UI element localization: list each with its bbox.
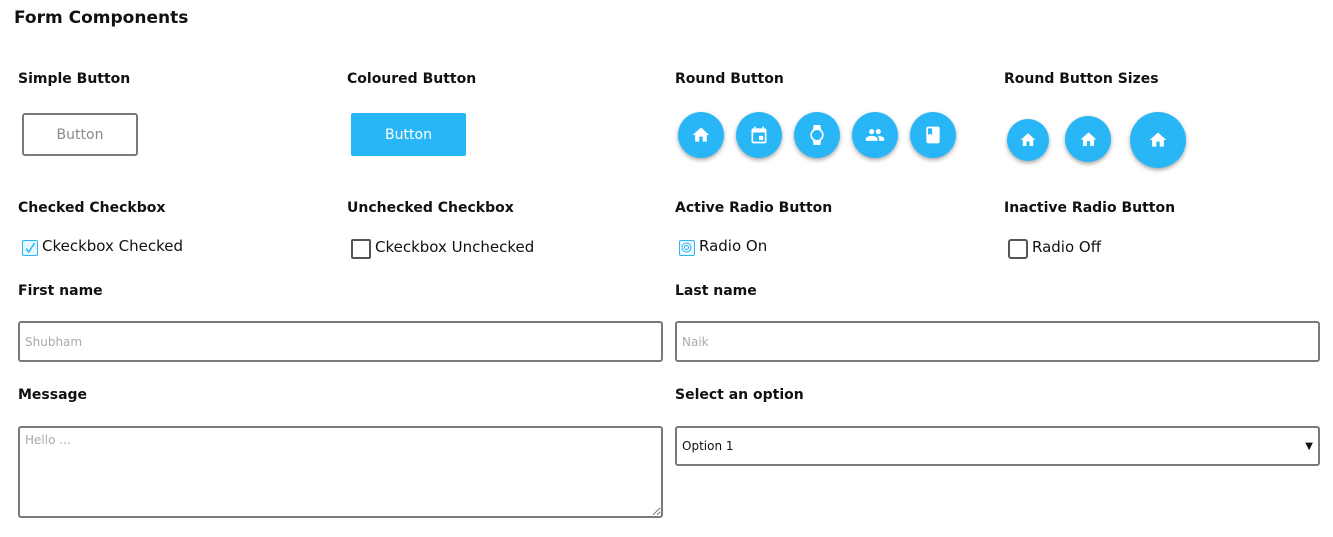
- round-watch-button[interactable]: [794, 112, 840, 158]
- message-textarea[interactable]: [18, 426, 663, 518]
- checkmark-icon: [25, 242, 36, 254]
- round-button-heading: Round Button: [675, 71, 784, 87]
- round-medium-button[interactable]: [1065, 116, 1111, 162]
- round-small-button[interactable]: [1007, 119, 1049, 161]
- simple-button-heading: Simple Button: [18, 71, 131, 87]
- home-icon: [1020, 133, 1036, 146]
- last-name-label: Last name: [675, 283, 757, 299]
- radio-on[interactable]: Radio On: [679, 237, 768, 256]
- home-icon: [692, 127, 710, 142]
- radio-off-box[interactable]: [1008, 239, 1028, 259]
- book-icon: [926, 126, 940, 144]
- radio-dot-icon: [681, 242, 692, 253]
- page-title: Form Components: [14, 8, 189, 28]
- checkbox-unchecked-label: Ckeckbox Unchecked: [375, 238, 535, 256]
- select-label: Select an option: [675, 387, 804, 403]
- checkbox-checked-box[interactable]: [22, 240, 38, 256]
- home-icon: [1149, 132, 1167, 147]
- inactive-radio-heading: Inactive Radio Button: [1004, 200, 1176, 216]
- first-name-input[interactable]: [18, 321, 663, 362]
- round-people-button[interactable]: [852, 112, 898, 158]
- radio-off[interactable]: Radio Off: [1008, 237, 1102, 259]
- checkbox-unchecked[interactable]: Ckeckbox Unchecked: [351, 237, 535, 259]
- calendar-icon: [751, 126, 767, 144]
- checkbox-checked[interactable]: Ckeckbox Checked: [22, 237, 184, 256]
- unchecked-checkbox-heading: Unchecked Checkbox: [347, 200, 514, 216]
- round-book-button[interactable]: [910, 112, 956, 158]
- round-calendar-button[interactable]: [736, 112, 782, 158]
- select-value: Option 1: [682, 439, 734, 453]
- first-name-label: First name: [18, 283, 103, 299]
- round-large-button[interactable]: [1130, 112, 1186, 168]
- last-name-input[interactable]: [675, 321, 1320, 362]
- radio-on-box[interactable]: [679, 240, 695, 256]
- checked-checkbox-heading: Checked Checkbox: [18, 200, 166, 216]
- watch-icon: [810, 125, 824, 145]
- coloured-button-heading: Coloured Button: [347, 71, 477, 87]
- people-icon: [865, 129, 885, 141]
- caret-down-icon: ▼: [1305, 440, 1313, 452]
- radio-on-label: Radio On: [699, 237, 768, 255]
- home-icon: [1080, 131, 1096, 146]
- round-button-sizes-heading: Round Button Sizes: [1004, 71, 1159, 87]
- option-select[interactable]: Option 1 ▼: [675, 426, 1320, 466]
- active-radio-heading: Active Radio Button: [675, 200, 833, 216]
- round-home-button[interactable]: [678, 112, 724, 158]
- coloured-button[interactable]: Button: [351, 113, 466, 156]
- radio-off-label: Radio Off: [1032, 238, 1102, 256]
- simple-button[interactable]: Button: [22, 113, 138, 156]
- message-label: Message: [18, 387, 88, 403]
- checkbox-unchecked-box[interactable]: [351, 239, 371, 259]
- checkbox-checked-label: Ckeckbox Checked: [42, 237, 184, 255]
